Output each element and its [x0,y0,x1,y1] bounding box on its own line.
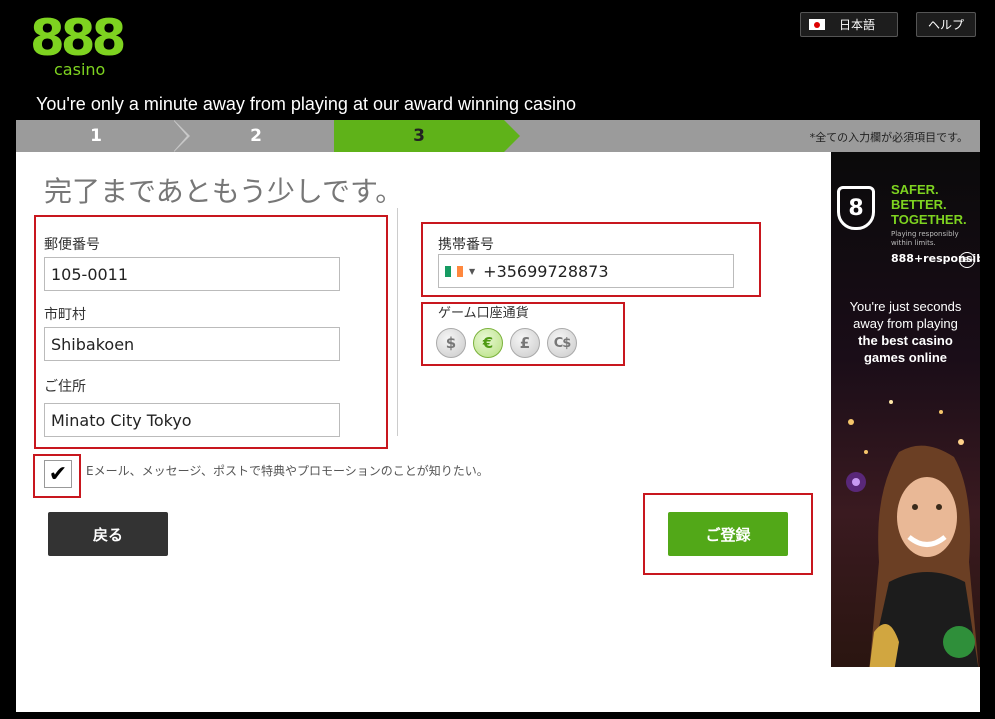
column-divider [397,208,398,436]
step-active-arrow-icon [504,120,520,152]
currency-label: ゲーム口座通貨 [438,306,529,321]
currency-cad-option[interactable]: C$ [547,328,577,358]
step-3-active: 3 [334,120,504,152]
ad-headline-line: SAFER. [891,182,939,197]
city-label: 市町村 [44,307,86,323]
currency-usd-option[interactable]: $ [436,328,466,358]
ad-woman-image [869,445,979,667]
currency-gbp-option[interactable]: £ [510,328,540,358]
currency-selector: $ € £ C$ [436,328,577,358]
help-button[interactable]: ヘルプ [916,12,976,37]
mobile-input[interactable]: ▼ +35699728873 [438,254,734,288]
currency-eur-option[interactable]: € [473,328,503,358]
ad-body-bold-line: the best casino [858,333,953,348]
mobile-number-value: +35699728873 [483,261,609,281]
chevron-down-icon[interactable]: ▼ [469,267,475,276]
ad-age-badge: 18+ [959,252,975,268]
page-title: 完了まであともう少しです。 [44,175,404,208]
888-casino-logo: 888 casino [30,12,130,84]
logo-casino-text: casino [54,60,106,79]
address-label: ご住所 [44,379,86,395]
ad-shield-icon: 8 [837,186,875,230]
ad-body-line: away from playing [853,316,958,331]
ad-body-line: You're just seconds [849,299,962,314]
city-input[interactable]: Shibakoen [44,327,340,361]
ad-headline: SAFER. BETTER. TOGETHER. [891,182,967,227]
ad-body-text: You're just seconds away from playing th… [835,298,976,366]
postal-code-input[interactable]: 105-0011 [44,257,340,291]
checkmark-icon: ✔ [48,461,68,487]
logo-888-text: 888 [30,9,126,67]
register-button[interactable]: ご登録 [668,512,788,556]
ad-small-text: Playing responsibly within limits. [891,230,959,248]
registration-panel: 完了まであともう少しです。 郵便番号 105-0011 市町村 Shibakoe… [16,152,980,712]
step-2: 2 [250,126,262,146]
consent-text: Eメール、メッセージ、ポストで特典やプロモーションのことが知りたい。 [86,464,489,478]
ireland-flag-icon[interactable] [445,265,463,277]
ad-headline-line: BETTER. [891,197,947,212]
back-button[interactable]: 戻る [48,512,168,556]
postal-code-label: 郵便番号 [44,237,100,253]
promo-banner[interactable]: 8 SAFER. BETTER. TOGETHER. Playing respo… [831,152,980,667]
consent-checkbox[interactable]: ✔ [44,460,72,488]
language-button[interactable]: 日本語 [800,12,898,37]
language-label: 日本語 [839,18,876,32]
ad-body-bold-line: games online [863,350,948,365]
ad-small-line: within limits. [891,239,936,247]
ad-headline-line: TOGETHER. [891,212,967,227]
required-note: *全ての入力欄が必須項目です。 [809,131,968,144]
address-input[interactable]: Minato City Tokyo [44,403,340,437]
mobile-label: 携帯番号 [438,237,494,253]
tagline: You're only a minute away from playing a… [36,94,577,114]
ad-small-line: Playing responsibly [891,230,959,238]
japan-flag-icon [809,19,825,30]
progress-steps: 1 2 3 *全ての入力欄が必須項目です。 [16,120,980,152]
step-1: 1 [90,126,102,146]
